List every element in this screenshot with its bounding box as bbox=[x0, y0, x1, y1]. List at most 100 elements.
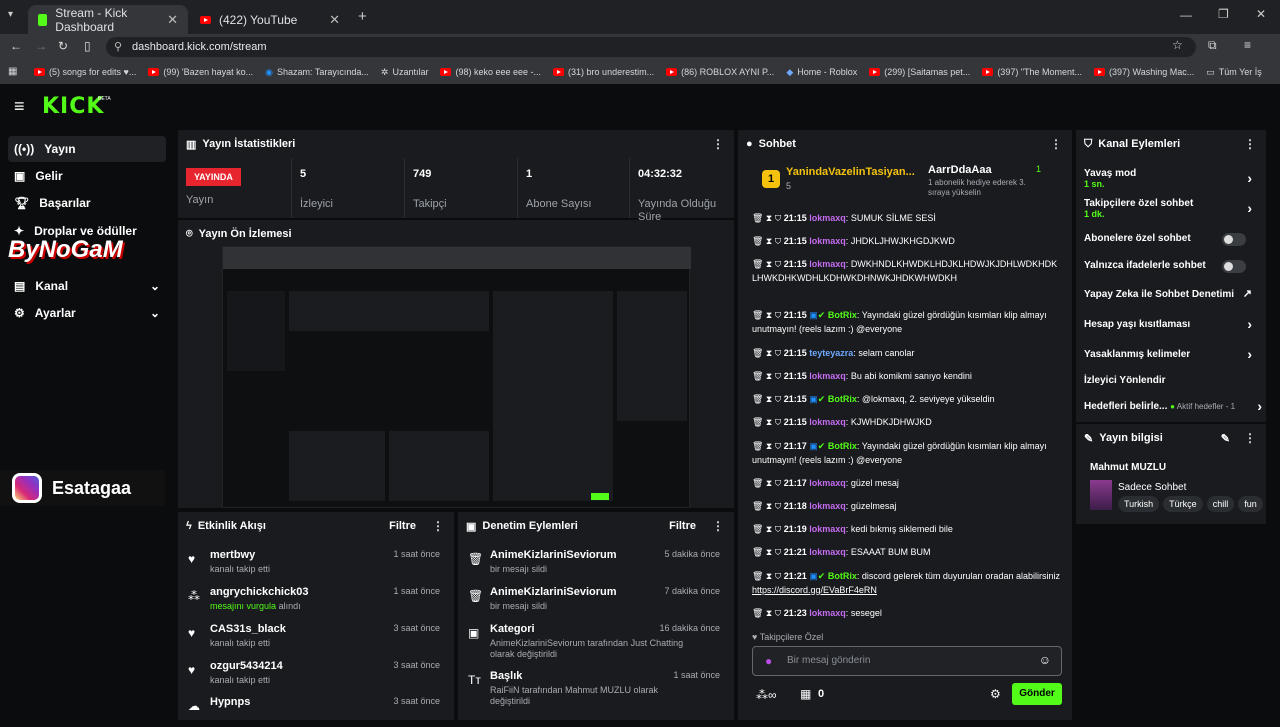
bookmark-item[interactable]: ◉ Shazam: Tarayıcında... bbox=[265, 67, 369, 78]
forward-icon[interactable]: → bbox=[35, 39, 47, 53]
pinned-user[interactable]: YanindaVazelinTasiyan... bbox=[786, 166, 915, 178]
banned-words-item[interactable]: Yasaklanmış kelimeler › bbox=[1084, 346, 1266, 362]
bookmark-item[interactable]: (98) keko eee eee -... bbox=[440, 67, 541, 77]
ai-moderation-item[interactable]: Yapay Zeka ile Sohbet Denetimi ↗ bbox=[1084, 288, 1266, 300]
activity-feed-panel: ϟ Etkinlik Akışı Filtre ⋮ ♥ mertbwy kana… bbox=[178, 512, 454, 720]
channel-actions-panel: ⛉ Kanal Eylemleri ⋮ Yavaş mod 1 sn. › Taki… bbox=[1076, 130, 1266, 422]
goals-item[interactable]: Hedefleri belirle... ● Aktif hedefler - … bbox=[1084, 398, 1266, 414]
sidebar-item-kanal[interactable]: ▤ Kanal ⌄ bbox=[8, 273, 166, 299]
menu-icon[interactable]: ≡ bbox=[1244, 38, 1251, 52]
stats-row: YAYINDA Yayın 5 İzleyici 749 Takipçi 1 A… bbox=[178, 158, 734, 223]
chat-panel: ● Sohbet ⋮ 1 YanindaVazelinTasiyan... 5 … bbox=[738, 130, 1072, 720]
new-tab-icon[interactable]: + bbox=[358, 8, 367, 25]
minimize-icon[interactable]: — bbox=[1180, 8, 1192, 22]
bookmark-item[interactable]: ✲ Uzantılar bbox=[381, 67, 429, 78]
url-text: dashboard.kick.com/stream bbox=[132, 41, 267, 53]
subs-stat: 1 Abone Sayısı bbox=[517, 158, 629, 218]
apps-icon[interactable]: ▦ bbox=[8, 66, 17, 77]
more-options-icon[interactable]: ⋮ bbox=[712, 137, 724, 151]
chat-message: 🗑︎ ⧗ ⛉ 21:15 lokmaxq: SUMUK SİLME SESİ bbox=[752, 213, 936, 223]
bookmark-item[interactable]: (397) Washing Mac... bbox=[1094, 67, 1194, 77]
tag-chip[interactable]: Türkçe bbox=[1163, 496, 1203, 512]
gift-box-icon[interactable]: ▦ bbox=[800, 687, 811, 701]
discord-link[interactable]: https://discord.gg/EVaBrF4eRN bbox=[752, 585, 877, 595]
tag-chip[interactable]: chill bbox=[1206, 496, 1235, 512]
app-header: ≡ KICK BETA bbox=[0, 84, 1280, 130]
filter-button[interactable]: Filtre bbox=[669, 520, 696, 532]
emote-only-toggle[interactable] bbox=[1222, 260, 1246, 273]
split-view-icon[interactable]: ▯ bbox=[84, 39, 91, 53]
subs-only-toggle[interactable] bbox=[1222, 233, 1246, 246]
preview-send-button bbox=[591, 493, 609, 500]
close-icon[interactable]: ✕ bbox=[329, 12, 340, 28]
preview-video[interactable] bbox=[222, 246, 691, 508]
category-thumbnail bbox=[1090, 480, 1112, 510]
bookmark-item[interactable]: ◆ Home - Roblox bbox=[786, 67, 857, 78]
youtube-icon bbox=[34, 68, 45, 76]
chevron-right-icon: › bbox=[1257, 398, 1262, 414]
url-bar[interactable]: ⚲ dashboard.kick.com/stream bbox=[106, 37, 1196, 57]
close-icon[interactable]: ✕ bbox=[167, 12, 178, 28]
bookmark-item[interactable]: (5) songs for edits ♥... bbox=[34, 67, 136, 77]
heart-icon: ♥ bbox=[188, 552, 196, 566]
chevron-right-icon: › bbox=[1247, 200, 1252, 216]
filter-button[interactable]: Filtre bbox=[389, 520, 416, 532]
beta-badge: BETA bbox=[98, 96, 111, 102]
gift-user[interactable]: AarrDdaAaa bbox=[928, 164, 992, 176]
trash-icon: 🗑︎ bbox=[468, 589, 484, 603]
sidebar-item-basarilar[interactable]: 🏆︎ Başarılar bbox=[8, 190, 166, 216]
moderation-item: ▣ Kategori AnimeKizlariniSeviorum tarafı… bbox=[468, 623, 720, 659]
reload-icon[interactable]: ↻ bbox=[58, 39, 68, 53]
more-options-icon[interactable]: ⋮ bbox=[432, 519, 444, 533]
tab-label: Stream - Kick Dashboard bbox=[55, 5, 128, 34]
send-button[interactable]: Gönder bbox=[1012, 683, 1062, 705]
chat-settings-icon[interactable]: ⚙ bbox=[990, 687, 1001, 701]
category-name[interactable]: Sadece Sohbet bbox=[1118, 482, 1186, 493]
tab-kick-dashboard[interactable]: Stream - Kick Dashboard ✕ bbox=[28, 5, 188, 34]
people-icon[interactable]: ⁂∞ bbox=[756, 688, 777, 702]
emoji-icon[interactable]: ☺ bbox=[1039, 653, 1051, 667]
chat-input-placeholder: Bir mesaj gönderin bbox=[787, 655, 871, 666]
hamburger-icon[interactable]: ≡ bbox=[14, 96, 25, 117]
sidebar-item-ayarlar[interactable]: ⚙ Ayarlar ⌄ bbox=[8, 300, 166, 326]
preview-moderation bbox=[389, 431, 489, 501]
bookmark-item[interactable]: (31) bro underestim... bbox=[553, 67, 654, 77]
bookmark-folder[interactable]: ▭ Tüm Yer İş bbox=[1206, 67, 1262, 78]
tag-chip[interactable]: Turkish bbox=[1118, 496, 1160, 512]
tab-youtube[interactable]: (422) YouTube ✕ bbox=[190, 5, 350, 34]
bookmark-item[interactable]: (299) [Saitamas pet... bbox=[869, 67, 970, 77]
close-window-icon[interactable]: ✕ bbox=[1256, 7, 1266, 21]
kick-logo[interactable]: KICK bbox=[42, 94, 104, 119]
tag-chip[interactable]: fun bbox=[1238, 496, 1263, 512]
chat-message: 🗑︎ ⧗ ⛉ 21:15 ▣✔ BotRix: Yayındaki güzel … bbox=[752, 310, 1047, 334]
bookmark-item[interactable]: (99) 'Bazen hayat ko... bbox=[148, 67, 253, 77]
more-options-icon[interactable]: ⋮ bbox=[1244, 137, 1256, 151]
bookmark-item[interactable]: (397) "The Moment... bbox=[982, 67, 1082, 77]
more-options-icon[interactable]: ⋮ bbox=[712, 519, 724, 533]
tab-list-icon[interactable]: ▾ bbox=[8, 9, 13, 20]
restore-icon[interactable]: ❐ bbox=[1218, 7, 1229, 21]
sidebar-item-yayin[interactable]: ((•)) Yayın bbox=[8, 136, 166, 162]
site-info-icon[interactable]: ⚲ bbox=[114, 37, 122, 57]
more-options-icon[interactable]: ⋮ bbox=[1050, 137, 1062, 151]
bookmark-item[interactable]: (86) ROBLOX AYNI P... bbox=[666, 67, 774, 77]
microphone-icon[interactable]: ● bbox=[765, 654, 772, 668]
panel-header: ▣ Denetim Eylemleri Filtre ⋮ bbox=[466, 519, 724, 533]
sidebar-item-gelir[interactable]: ▣ Gelir bbox=[8, 163, 166, 189]
edit-icon[interactable]: ✎ bbox=[1221, 432, 1230, 445]
followers-only-item[interactable]: Takipçilere özel sohbet 1 dk. › bbox=[1084, 198, 1266, 219]
slow-mode-item[interactable]: Yavaş mod 1 sn. › bbox=[1084, 168, 1266, 189]
back-icon[interactable]: ← bbox=[10, 39, 22, 53]
chat-message: 🗑︎ ⧗ ⛉ 21:15 lokmaxq: JHDKLJHWJKHGDJKWD bbox=[752, 236, 955, 246]
raid-item[interactable]: İzleyici Yönlendir bbox=[1084, 375, 1266, 386]
extensions-icon[interactable]: ⧉ bbox=[1208, 38, 1217, 53]
tags: Turkish Türkçe chill fun bbox=[1118, 496, 1266, 512]
more-options-icon[interactable]: ⋮ bbox=[1244, 431, 1256, 445]
channel-watermark: ByNoGaM bbox=[8, 236, 123, 263]
chat-bubble-icon: ● bbox=[746, 138, 753, 150]
viewers-stat: 5 İzleyici bbox=[291, 158, 404, 218]
chat-input[interactable]: ● Bir mesaj gönderin ☺ bbox=[752, 646, 1062, 676]
account-age-item[interactable]: Hesap yaşı kısıtlaması › bbox=[1084, 316, 1266, 332]
bookmark-star-icon[interactable]: ☆ bbox=[1172, 38, 1183, 52]
heart-icon: ♥ bbox=[188, 626, 196, 640]
